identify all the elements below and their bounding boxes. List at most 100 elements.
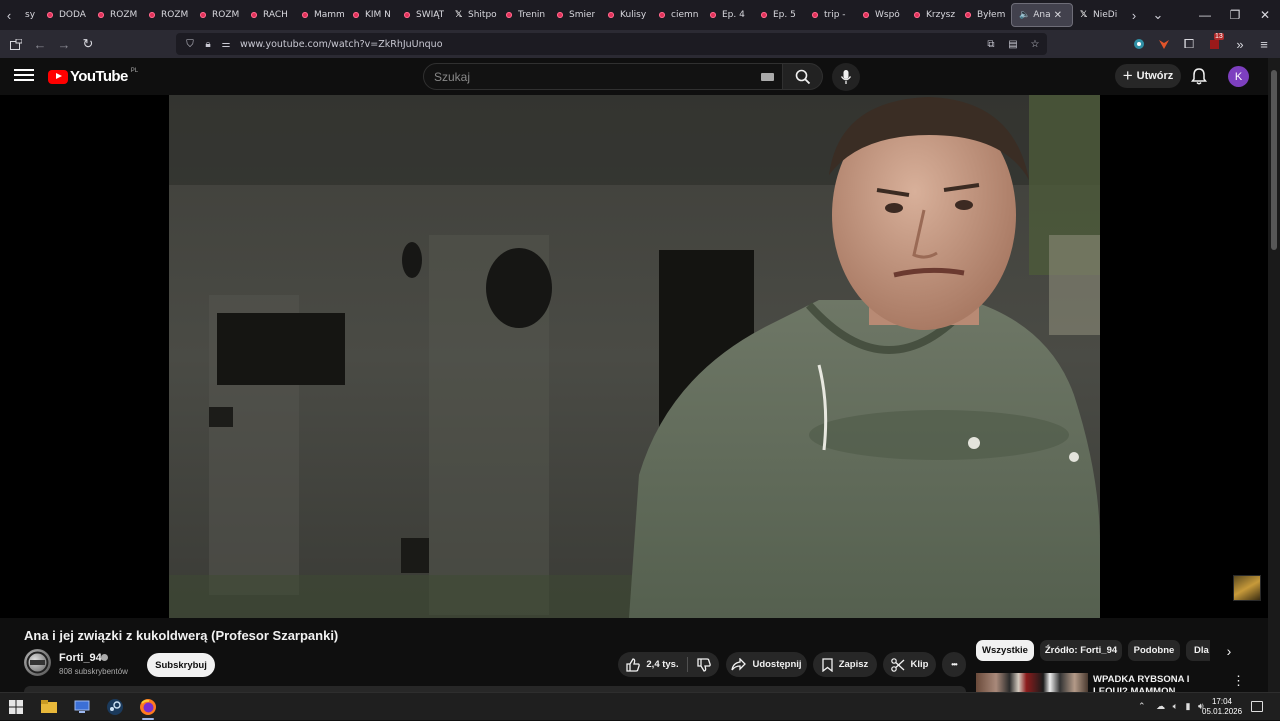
reload-icon[interactable]: ↻: [78, 34, 98, 54]
tab-17[interactable]: Wspó: [856, 0, 907, 30]
voice-search-button[interactable]: [832, 63, 860, 91]
create-label: Utwórz: [1136, 70, 1174, 82]
guide-menu-icon[interactable]: [14, 66, 34, 86]
more-actions-button[interactable]: •••: [942, 652, 966, 677]
save-button[interactable]: Zapisz: [813, 652, 877, 677]
tab-8[interactable]: ŚWIĄT: [397, 0, 448, 30]
create-button[interactable]: + Utwórz: [1115, 64, 1181, 88]
corner-thumbnail[interactable]: [1233, 575, 1261, 601]
youtube-icon: [812, 12, 818, 18]
notifications-bell-icon[interactable]: [1189, 66, 1209, 86]
share-label: Udostępnij: [752, 659, 802, 670]
dislike-button[interactable]: [688, 652, 719, 677]
page-scrollbar[interactable]: [1268, 58, 1280, 692]
chip-all[interactable]: Wszystkie: [976, 640, 1034, 661]
ublock-icon[interactable]: 13: [1205, 33, 1225, 54]
tab-10[interactable]: Trenin: [499, 0, 550, 30]
scrollbar-thumb[interactable]: [1271, 70, 1277, 250]
recommendation-thumbnail[interactable]: [976, 673, 1088, 692]
tab-next[interactable]: 𝕏 NieDi: [1073, 0, 1123, 30]
clock[interactable]: 17:04 05.01.2026: [1202, 697, 1242, 717]
keyboard-icon[interactable]: [761, 73, 774, 81]
tab-13[interactable]: ciemn: [652, 0, 703, 30]
search-button[interactable]: [783, 63, 823, 90]
subscribe-button[interactable]: Subskrybuj: [147, 653, 215, 677]
minimize-icon[interactable]: —: [1190, 0, 1220, 30]
bookmark-star-icon[interactable]: ☆: [1027, 39, 1043, 50]
monitor-app-icon[interactable]: [73, 698, 91, 716]
chips-next-chevron-icon[interactable]: ›: [1219, 641, 1239, 661]
tab-9[interactable]: 𝕏 Shitpo: [448, 0, 499, 30]
file-explorer-icon[interactable]: [40, 698, 58, 716]
recommendation-title[interactable]: WPADKA RYBSONA I LEQUI? MAMMON KONFRONTU…: [1093, 674, 1223, 692]
tab-7[interactable]: KIM N: [346, 0, 397, 30]
channel-avatar[interactable]: [24, 649, 51, 676]
account-avatar[interactable]: K: [1228, 66, 1249, 87]
chip-for-you[interactable]: Dla: [1186, 640, 1210, 661]
extensions-icon[interactable]: ⧠: [1179, 34, 1199, 54]
app-menu-icon[interactable]: ≡: [1254, 34, 1274, 54]
list-all-tabs-icon[interactable]: ⌄: [1149, 0, 1167, 30]
tab-1[interactable]: DODA: [40, 0, 91, 30]
youtube-logo[interactable]: YouTube PL: [48, 68, 138, 85]
recommendation-menu-icon[interactable]: ⋮: [1232, 673, 1245, 689]
search-icon: [795, 69, 810, 84]
close-window-icon[interactable]: ✕: [1250, 0, 1280, 30]
tabs-scroll-right-icon[interactable]: ›: [1125, 0, 1143, 30]
share-button[interactable]: Udostępnij: [726, 652, 807, 677]
tab-6[interactable]: Mamm: [295, 0, 346, 30]
tab-15[interactable]: Ep. 5: [754, 0, 805, 30]
vpn-shield-icon[interactable]: [1129, 34, 1149, 54]
network-icon[interactable]: ☁: [1156, 701, 1165, 711]
reader-view-icon[interactable]: ▤: [1005, 39, 1021, 50]
youtube-icon: [863, 12, 869, 18]
tab-14[interactable]: Ep. 4: [703, 0, 754, 30]
close-tab-icon[interactable]: ✕: [1054, 10, 1062, 21]
speaker-icon[interactable]: 🔈: [1019, 10, 1030, 20]
speaker-tray-icon[interactable]: 🔈︎: [1173, 701, 1178, 711]
chip-source[interactable]: Źródło: Forti_94: [1040, 640, 1122, 661]
forward-icon[interactable]: →: [54, 34, 74, 54]
tab-2[interactable]: ROZM: [91, 0, 142, 30]
fox-extension-icon[interactable]: [1154, 34, 1174, 54]
firefox-icon[interactable]: [139, 698, 157, 720]
lock-icon[interactable]: 🔒︎: [200, 39, 216, 50]
tab-4[interactable]: ROZM: [193, 0, 244, 30]
overflow-chevron-icon[interactable]: »: [1230, 34, 1250, 54]
back-icon[interactable]: ←: [30, 34, 50, 54]
tab-active[interactable]: 🔈 Ana ✕: [1011, 3, 1073, 27]
video-player[interactable]: [0, 95, 1268, 618]
url-text[interactable]: www.youtube.com/watch?v=ZkRhJuUnquo: [240, 39, 443, 50]
sidebar-toggle-icon[interactable]: [6, 34, 26, 54]
video-frame[interactable]: [169, 95, 1100, 618]
chip-related[interactable]: Podobne: [1128, 640, 1180, 661]
tray-overflow-icon[interactable]: ⌃: [1138, 701, 1146, 711]
windows-start-icon[interactable]: [9, 700, 27, 718]
logo-text: YouTube: [70, 68, 128, 85]
channel-name[interactable]: Forti_94: [59, 652, 102, 664]
permissions-icon[interactable]: ⚌: [218, 39, 234, 50]
tab-18[interactable]: Krzysz: [907, 0, 958, 30]
subscriber-count: 808 subskrybentów: [59, 667, 128, 676]
tab-12[interactable]: Kulisy: [601, 0, 652, 30]
address-bar[interactable]: ⛉ 🔒︎ ⚌ www.youtube.com/watch?v=ZkRhJuUnq…: [176, 33, 1047, 55]
tab-3[interactable]: ROZM: [142, 0, 193, 30]
tab-label: DODA: [59, 10, 86, 20]
battery-icon[interactable]: ▮: [1186, 701, 1191, 711]
system-tray: ⌃ ☁ 🔈︎ ▮ 🔊︎: [1138, 701, 1204, 712]
restore-icon[interactable]: ❐: [1220, 0, 1250, 30]
search-input[interactable]: [434, 70, 734, 84]
clip-button[interactable]: Klip: [883, 652, 936, 677]
tabs-scroll-left-icon[interactable]: ‹: [0, 0, 18, 30]
picture-in-picture-icon[interactable]: ⧉: [983, 39, 999, 50]
steam-icon[interactable]: [106, 698, 124, 716]
shield-icon[interactable]: ⛉: [182, 39, 198, 50]
tab-5[interactable]: RACH: [244, 0, 295, 30]
tab-16[interactable]: trip -: [805, 0, 856, 30]
tab-11[interactable]: Śmier: [550, 0, 601, 30]
tab-0[interactable]: sy: [18, 0, 40, 30]
notification-center-icon[interactable]: [1251, 701, 1263, 712]
scissors-icon: [890, 657, 904, 672]
like-button[interactable]: 2,4 tys.: [618, 652, 687, 677]
tab-19[interactable]: Byłem: [958, 0, 1009, 30]
